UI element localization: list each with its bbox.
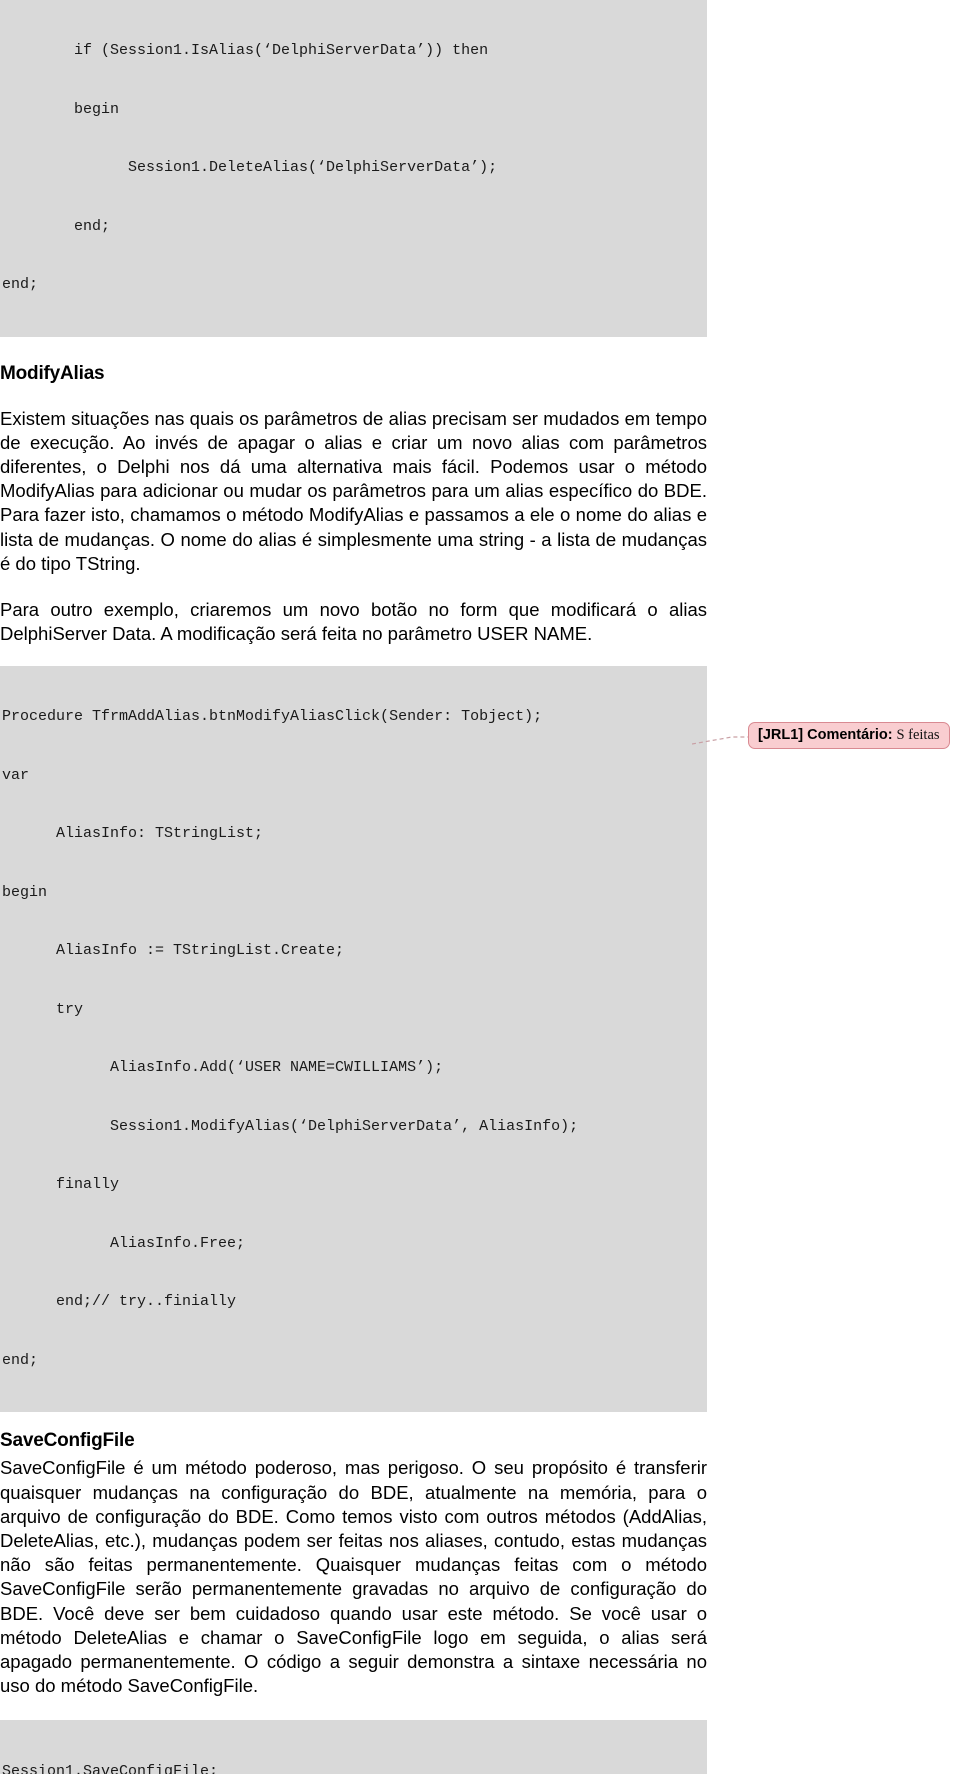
code-line: begin <box>2 100 120 118</box>
comment-text: S feitas <box>896 727 940 743</box>
code-line: finally <box>2 1176 120 1194</box>
code-line: Procedure TfrmAddAlias.btnModifyAliasCli… <box>2 708 543 726</box>
code-block-save-config-file: Session1.SaveConfigFile; <box>0 1720 707 1774</box>
code-line: begin <box>2 883 48 901</box>
document-page: if (Session1.IsAlias(‘DelphiServerData’)… <box>0 0 960 1774</box>
code-line: end; <box>2 1351 39 1369</box>
code-line: Session1.ModifyAlias(‘DelphiServerData’,… <box>2 1117 579 1135</box>
code-line: AliasInfo.Add(‘USER NAME=CWILLIAMS’); <box>2 1059 444 1077</box>
code-line: Session1.SaveConfigFile; <box>2 1763 219 1774</box>
code-line: AliasInfo := TStringList.Create; <box>2 942 345 960</box>
code-line: AliasInfo.Free; <box>2 1234 246 1252</box>
code-line: var <box>2 766 30 784</box>
comment-balloon[interactable]: [JRL1] Comentário: S feitas <box>748 722 950 749</box>
heading-saveconfigfile: SaveConfigFile <box>0 1430 135 1452</box>
code-line: end; <box>2 276 39 293</box>
code-line: end; <box>2 217 111 235</box>
code-line: if (Session1.IsAlias(‘DelphiServerData’)… <box>2 42 489 59</box>
code-line: try <box>2 1000 84 1018</box>
paragraph-example-intro: Para outro exemplo, criaremos um novo bo… <box>0 598 707 645</box>
comment-tag: [JRL1] Comentário: <box>758 727 893 743</box>
code-block-delete-alias: if (Session1.IsAlias(‘DelphiServerData’)… <box>0 0 707 337</box>
code-line: AliasInfo: TStringList; <box>2 825 264 843</box>
code-block-modify-alias: Procedure TfrmAddAlias.btnModifyAliasCli… <box>0 666 707 1413</box>
heading-modifyalias: ModifyAlias <box>0 362 105 384</box>
code-line: end;// try..finially <box>2 1293 237 1311</box>
code-line: Session1.DeleteAlias(‘DelphiServerData’)… <box>2 159 498 176</box>
paragraph-saveconfigfile-description: SaveConfigFile é um método poderoso, mas… <box>0 1457 707 1697</box>
paragraph-modifyalias-description: Existem situações nas quais os parâmetro… <box>0 407 707 574</box>
